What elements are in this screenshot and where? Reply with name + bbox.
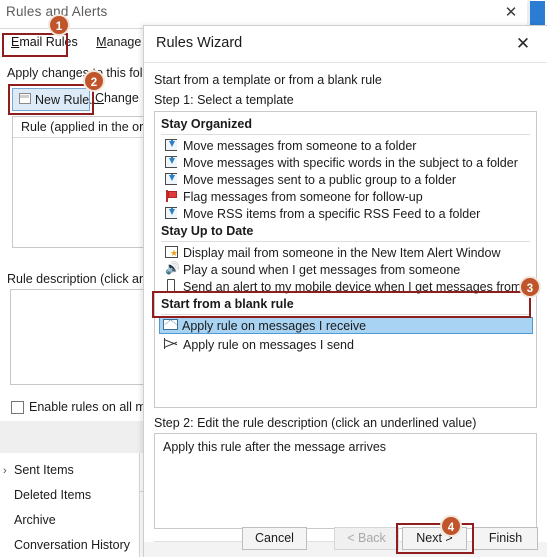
template-item-move-messages-from-someone[interactable]: Move messages from someone to a folder [161,137,532,154]
folder-item-sent-items[interactable]: Sent Items [14,463,74,477]
move-to-folder-icon [161,155,183,170]
move-to-folder-icon [161,206,183,221]
folder-item-conversation-history[interactable]: Conversation History [14,538,130,552]
template-item-move-messages-specific-words[interactable]: Move messages with specific words in the… [161,154,532,171]
folder-pane: › Sent Items Deleted Items Archive Conve… [0,453,140,557]
template-item-label: Send an alert to my mobile device when I… [183,279,537,294]
template-item-label: Apply rule on messages I receive [182,318,367,333]
folder-pane-edge [139,453,140,557]
template-item-apply-rule-on-messages-i-send[interactable]: Apply rule on messages I send [161,336,532,353]
template-item-apply-rule-on-messages-i-receive[interactable]: Apply rule on messages I receive [159,317,533,334]
group-divider [161,134,530,135]
enable-rules-checkbox[interactable] [11,400,24,414]
group-divider [161,314,530,315]
move-to-folder-icon [161,138,183,153]
new-rule-button[interactable]: New Rule... [12,88,100,111]
group-header-start-from-blank-rule: Start from a blank rule [161,297,294,311]
template-item-label: Move messages from someone to a folder [183,138,417,153]
template-item-move-rss-items[interactable]: Move RSS items from a specific RSS Feed … [161,205,532,222]
tab-email-rules[interactable]: Email Rules [4,33,85,51]
flag-icon [161,189,183,204]
wizard-header-divider [144,62,547,63]
wizard-step2-label: Step 2: Edit the rule description (click… [154,416,477,430]
rules-and-alerts-titlebar: Rules and Alerts ✕ [0,0,534,27]
close-icon[interactable]: ✕ [513,34,533,54]
sound-icon: 🔊 [165,261,180,275]
folder-item-archive[interactable]: Archive [14,513,56,527]
move-to-folder-icon [161,172,183,187]
close-icon[interactable]: ✕ [502,4,520,22]
template-item-play-a-sound[interactable]: 🔊 Play a sound when I get messages from … [161,261,532,278]
envelope-icon [160,318,182,333]
background-app-sliver-edge [527,1,530,25]
rule-description-text: Apply this rule after the message arrive… [163,440,387,454]
annotation-badge-2: 2 [83,70,105,92]
new-rule-icon [17,93,32,106]
template-item-label: Move RSS items from a specific RSS Feed … [183,206,481,221]
cancel-button[interactable]: Cancel [242,527,307,550]
rule-description-label: Rule description (click an un [7,272,164,286]
tab-email-rules-label: mail Rules [19,35,78,49]
template-item-move-messages-public-group[interactable]: Move messages sent to a public group to … [161,171,532,188]
rules-wizard-dialog: Rules Wizard ✕ Start from a template or … [143,25,547,557]
template-item-label: Play a sound when I get messages from so… [183,262,461,277]
template-list[interactable]: Stay Organized Move messages from someon… [154,111,537,408]
folder-item-deleted-items[interactable]: Deleted Items [14,488,91,502]
alert-window-icon: ★ [161,245,183,260]
wizard-titlebar: Rules Wizard ✕ [144,26,547,61]
annotation-badge-4: 4 [440,515,462,537]
annotation-badge-1: 1 [48,14,70,36]
template-item-display-mail-alert-window[interactable]: ★ Display mail from someone in the New I… [161,244,532,261]
chevron-right-icon[interactable]: › [3,465,7,477]
template-item-send-alert-mobile-device[interactable]: Send an alert to my mobile device when I… [161,278,536,295]
mobile-device-icon [161,279,183,294]
annotation-badge-3: 3 [519,276,541,298]
group-header-stay-up-to-date: Stay Up to Date [161,224,254,238]
group-header-stay-organized: Stay Organized [161,117,252,131]
template-item-label: Apply rule on messages I send [183,337,354,352]
send-icon [161,337,183,352]
screenshot-root: Rules and Alerts ✕ Email Rules Manage Al… [0,0,547,557]
wizard-step1-label: Step 1: Select a template [154,93,294,107]
group-divider [161,241,530,242]
template-item-label: Display mail from someone in the New Ite… [183,245,501,260]
template-item-label: Move messages sent to a public group to … [183,172,457,187]
wizard-intro-text: Start from a template or from a blank ru… [154,73,382,87]
rules-list-header-label: Rule (applied in the orde [21,120,158,134]
rule-description-editor[interactable]: Apply this rule after the message arrive… [154,433,537,529]
template-item-label: Flag messages from someone for follow-up [183,189,423,204]
template-item-flag-messages-follow-up[interactable]: Flag messages from someone for follow-up [161,188,532,205]
finish-button[interactable]: Finish [473,527,538,550]
back-button[interactable]: < Back [334,527,399,550]
wizard-title: Rules Wizard [156,35,243,51]
new-rule-button-label: New Rule... [35,92,100,107]
template-item-label: Move messages with specific words in the… [183,155,518,170]
